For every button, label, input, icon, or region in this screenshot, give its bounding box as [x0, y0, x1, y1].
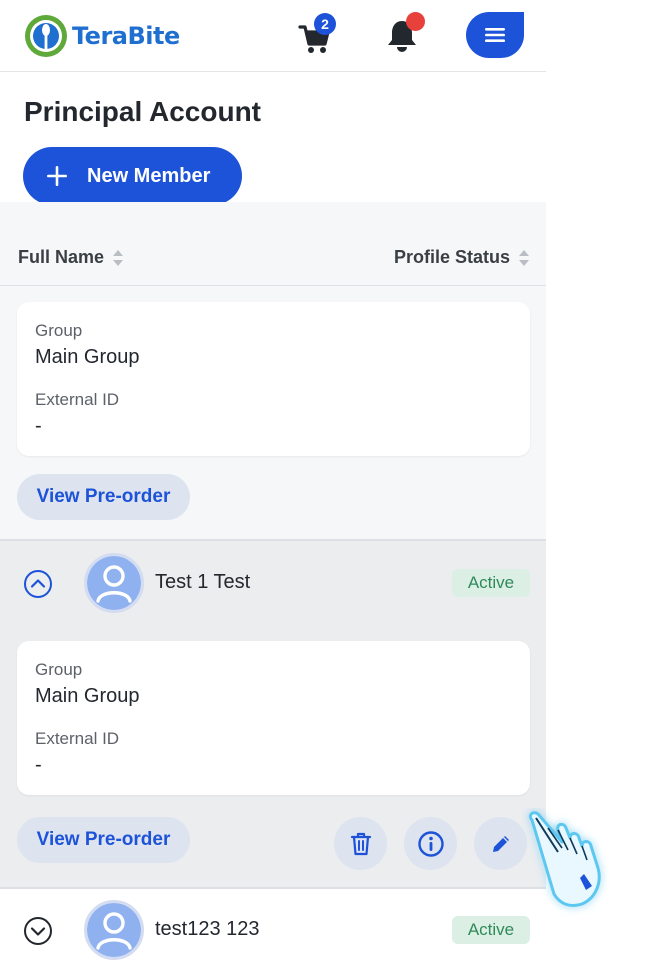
sort-icon	[519, 249, 529, 266]
pencil-icon	[492, 835, 509, 852]
group-value: Main Group	[35, 346, 140, 368]
status-badge: Active	[452, 916, 530, 944]
logo-text: TeraBite	[72, 22, 180, 50]
external-id-value: -	[35, 754, 42, 776]
status-badge: Active	[452, 569, 530, 597]
edit-member-button[interactable]	[474, 817, 527, 870]
avatar	[84, 900, 144, 960]
cart-button[interactable]: 2	[296, 13, 344, 56]
hamburger-icon	[485, 28, 505, 42]
column-label: Full Name	[18, 247, 105, 267]
group-label: Group	[35, 321, 83, 340]
member-row-collapsed[interactable]: test123 123 Active	[0, 889, 546, 968]
info-icon	[417, 830, 444, 857]
page-title: Principal Account	[24, 96, 262, 127]
chevron-down-icon[interactable]	[23, 916, 53, 946]
new-member-label: New Member	[87, 164, 211, 187]
column-label: Profile Status	[393, 247, 510, 267]
external-id-label: External ID	[35, 729, 120, 748]
view-preorder-button[interactable]: View Pre-order	[17, 474, 190, 520]
top-header: TeraBite 2	[0, 0, 546, 72]
external-id-value: -	[35, 415, 42, 437]
menu-button[interactable]	[466, 12, 524, 58]
member-detail-card: Group Main Group External ID -	[17, 641, 530, 795]
member-name: test123 123	[155, 918, 260, 940]
avatar	[84, 553, 144, 613]
new-member-button[interactable]: New Member	[23, 147, 242, 205]
plus-icon	[47, 166, 67, 186]
logo-spoon-icon	[25, 15, 67, 57]
trash-icon	[350, 832, 371, 855]
terabite-logo[interactable]: TeraBite	[22, 12, 180, 60]
cart-count-badge: 2	[314, 13, 336, 35]
table-header: Full Name Profile Status	[0, 202, 546, 286]
member-row-expanded[interactable]: Test 1 Test Active Group Main Group Exte…	[0, 539, 546, 889]
group-value: Main Group	[35, 685, 140, 707]
app-window: TeraBite 2 Principal Account New Member …	[0, 0, 546, 968]
user-icon	[87, 903, 141, 957]
chevron-up-icon[interactable]	[23, 569, 53, 599]
user-icon	[87, 556, 141, 610]
notifications-button[interactable]	[384, 12, 428, 54]
group-label: Group	[35, 660, 83, 679]
delete-member-button[interactable]	[334, 817, 387, 870]
member-detail-card: Group Main Group External ID -	[17, 302, 530, 456]
external-id-label: External ID	[35, 390, 120, 409]
members-table: Full Name Profile Status Group Main Grou…	[0, 202, 546, 968]
hand-pointer-icon	[528, 811, 601, 908]
notification-dot	[406, 12, 425, 31]
sort-icon	[113, 249, 124, 266]
column-profile-status[interactable]: Profile Status	[394, 247, 530, 268]
column-full-name[interactable]: Full Name	[18, 247, 124, 268]
view-preorder-button[interactable]: View Pre-order	[17, 817, 190, 863]
member-name: Test 1 Test	[155, 571, 251, 593]
member-info-button[interactable]	[404, 817, 457, 870]
